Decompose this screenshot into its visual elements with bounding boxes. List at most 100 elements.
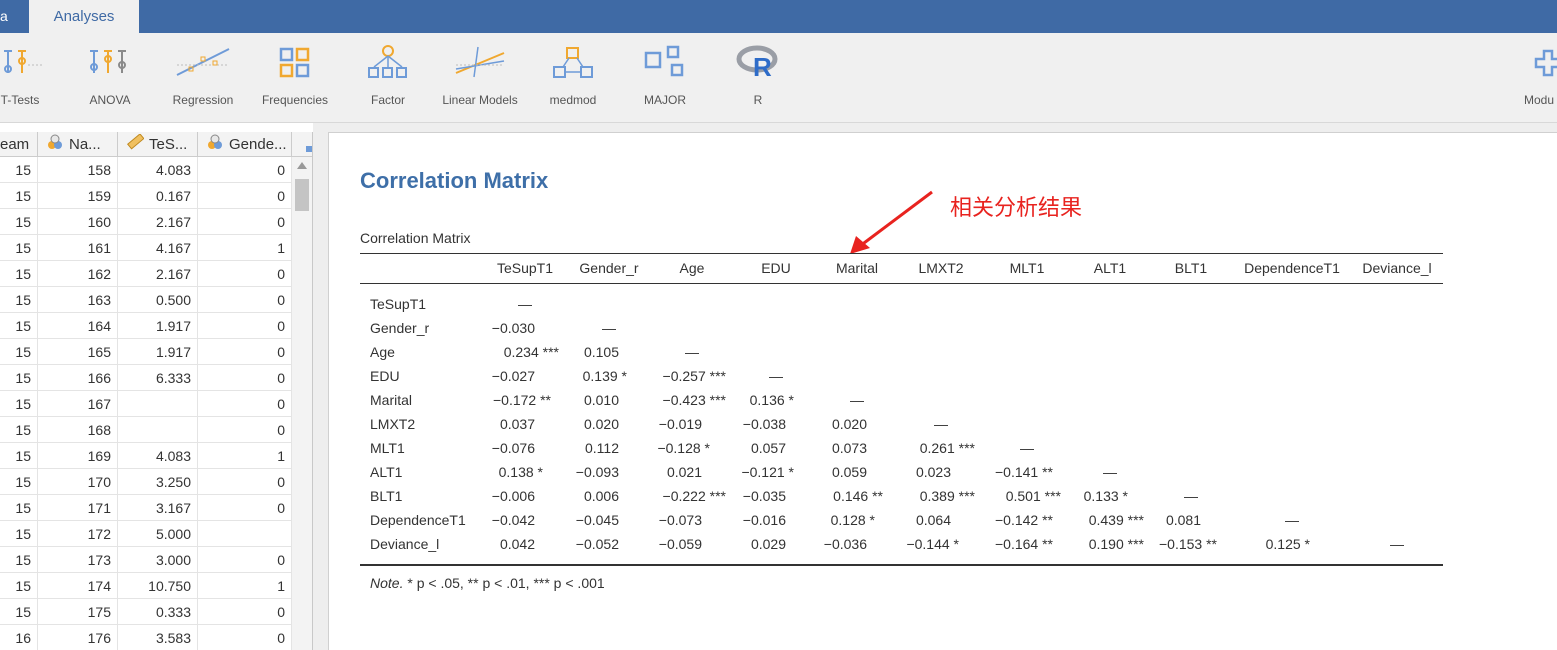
table-row[interactable]: 15 165 1.917 0 (0, 339, 292, 365)
grid-cell[interactable]: 1.917 (118, 339, 198, 365)
table-row[interactable]: 15 170 3.250 0 (0, 469, 292, 495)
grid-cell[interactable]: 15 (0, 547, 38, 573)
grid-cell[interactable]: 0 (198, 157, 292, 183)
grid-cell[interactable]: 0 (198, 313, 292, 339)
grid-cell[interactable]: 15 (0, 157, 38, 183)
grid-cell[interactable]: 176 (38, 625, 118, 650)
grid-cell[interactable]: 16 (0, 625, 38, 650)
grid-cell[interactable]: 4.083 (118, 157, 198, 183)
grid-cell[interactable]: 1 (198, 443, 292, 469)
grid-cell[interactable]: 162 (38, 261, 118, 287)
grid-cell[interactable]: 0 (198, 547, 292, 573)
grid-cell[interactable]: 171 (38, 495, 118, 521)
grid-cell[interactable]: 15 (0, 183, 38, 209)
grid-cell[interactable]: 0 (198, 599, 292, 625)
grid-cell[interactable]: 15 (0, 287, 38, 313)
frequencies-button[interactable]: Frequencies (260, 43, 330, 118)
grid-cell[interactable]: 1 (198, 235, 292, 261)
grid-cell[interactable]: 172 (38, 521, 118, 547)
linear-models-button[interactable]: Linear Models (438, 43, 522, 118)
medmod-button[interactable]: medmod (544, 43, 602, 118)
grid-cell[interactable]: 166 (38, 365, 118, 391)
grid-cell[interactable]: 15 (0, 599, 38, 625)
grid-cell[interactable]: 6.333 (118, 365, 198, 391)
grid-cell[interactable]: 15 (0, 469, 38, 495)
table-row[interactable]: 15 167 0 (0, 391, 292, 417)
grid-cell[interactable]: 170 (38, 469, 118, 495)
grid-cell[interactable]: 15 (0, 339, 38, 365)
table-row[interactable]: 15 166 6.333 0 (0, 365, 292, 391)
grid-cell[interactable]: 0 (198, 261, 292, 287)
grid-cell[interactable]: 0 (198, 469, 292, 495)
grid-cell[interactable]: 0 (198, 417, 292, 443)
table-row[interactable]: 15 159 0.167 0 (0, 183, 292, 209)
grid-cell[interactable]: 10.750 (118, 573, 198, 599)
grid-cell[interactable]: 161 (38, 235, 118, 261)
column-header-gender[interactable]: Gende... (198, 132, 292, 157)
grid-cell[interactable]: 158 (38, 157, 118, 183)
grid-cell[interactable] (118, 417, 198, 443)
grid-cell[interactable]: 0 (198, 391, 292, 417)
grid-cell[interactable]: 3.167 (118, 495, 198, 521)
grid-cell[interactable]: 0 (198, 183, 292, 209)
table-row[interactable]: 15 168 0 (0, 417, 292, 443)
tab-analyses[interactable]: Analyses (29, 0, 139, 33)
grid-cell[interactable]: 174 (38, 573, 118, 599)
column-header-name[interactable]: Na... (38, 132, 118, 157)
grid-cell[interactable]: 15 (0, 365, 38, 391)
grid-cell[interactable]: 0.333 (118, 599, 198, 625)
grid-cell[interactable]: 15 (0, 495, 38, 521)
table-row[interactable]: 15 162 2.167 0 (0, 261, 292, 287)
grid-cell[interactable]: 160 (38, 209, 118, 235)
grid-cell[interactable]: 0 (198, 365, 292, 391)
grid-cell[interactable]: 15 (0, 235, 38, 261)
table-row[interactable]: 15 161 4.167 1 (0, 235, 292, 261)
grid-cell[interactable]: 173 (38, 547, 118, 573)
grid-cell[interactable]: 0.500 (118, 287, 198, 313)
grid-cell[interactable]: 15 (0, 209, 38, 235)
grid-cell[interactable]: 4.167 (118, 235, 198, 261)
modules-button[interactable]: Modu (1524, 43, 1557, 118)
grid-cell[interactable]: 163 (38, 287, 118, 313)
table-row[interactable]: 15 164 1.917 0 (0, 313, 292, 339)
anova-button[interactable]: ANOVA (80, 43, 140, 118)
grid-cell[interactable]: 164 (38, 313, 118, 339)
table-row[interactable]: 16 176 3.583 0 (0, 625, 292, 650)
tab-data[interactable]: a (0, 8, 8, 24)
table-row[interactable]: 15 163 0.500 0 (0, 287, 292, 313)
grid-cell[interactable]: 1.917 (118, 313, 198, 339)
regression-button[interactable]: Regression (170, 43, 236, 118)
grid-cell[interactable]: 15 (0, 417, 38, 443)
grid-cell[interactable]: 15 (0, 313, 38, 339)
grid-cell[interactable]: 3.000 (118, 547, 198, 573)
table-row[interactable]: 15 175 0.333 0 (0, 599, 292, 625)
t-tests-button[interactable]: T-Tests (0, 43, 48, 118)
r-button[interactable]: R R (734, 43, 782, 118)
table-row[interactable]: 15 160 2.167 0 (0, 209, 292, 235)
grid-cell[interactable] (118, 391, 198, 417)
table-row[interactable]: 15 172 5.000 (0, 521, 292, 547)
grid-cell[interactable] (198, 521, 292, 547)
table-row[interactable]: 15 169 4.083 1 (0, 443, 292, 469)
grid-cell[interactable]: 15 (0, 443, 38, 469)
grid-cell[interactable]: 167 (38, 391, 118, 417)
grid-cell[interactable]: 1 (198, 573, 292, 599)
grid-cell[interactable]: 0 (198, 625, 292, 650)
grid-cell[interactable]: 168 (38, 417, 118, 443)
grid-cell[interactable]: 15 (0, 521, 38, 547)
grid-cell[interactable]: 15 (0, 573, 38, 599)
grid-cell[interactable]: 2.167 (118, 261, 198, 287)
table-row[interactable]: 15 173 3.000 0 (0, 547, 292, 573)
grid-cell[interactable]: 2.167 (118, 209, 198, 235)
grid-cell[interactable]: 15 (0, 261, 38, 287)
grid-cell[interactable]: 5.000 (118, 521, 198, 547)
grid-cell[interactable]: 175 (38, 599, 118, 625)
table-row[interactable]: 15 174 10.750 1 (0, 573, 292, 599)
grid-cell[interactable]: 0 (198, 287, 292, 313)
grid-cell[interactable]: 165 (38, 339, 118, 365)
data-spreadsheet[interactable]: eam Na... TeS... Gende... 15 158 4.083 0 15 1… (0, 132, 313, 650)
pane-resize-handle[interactable] (306, 146, 312, 152)
column-header-tesup[interactable]: TeS... (118, 132, 198, 157)
grid-cell[interactable]: 159 (38, 183, 118, 209)
grid-cell[interactable]: 0.167 (118, 183, 198, 209)
